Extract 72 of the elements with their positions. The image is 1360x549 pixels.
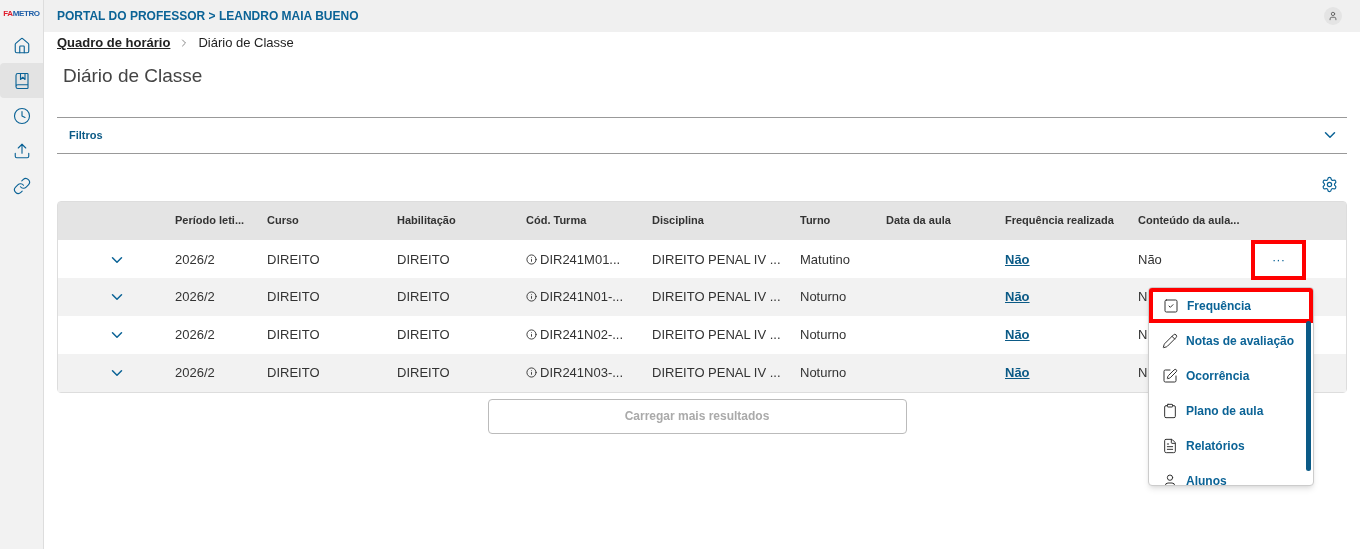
table-cell: N [1138, 364, 1148, 380]
table-cell-text: DIREITO [267, 250, 321, 269]
info-icon [526, 291, 537, 302]
table-cell-text: Noturno [800, 363, 848, 382]
table-cell-text: DIR241N03-... [540, 363, 624, 382]
column-header: Frequência realizada [1005, 213, 1115, 229]
attendance-link[interactable]: Não [1005, 251, 1030, 267]
menu-item[interactable]: Ocorrência [1149, 358, 1304, 393]
menu-item[interactable]: Plano de aula [1149, 393, 1304, 428]
column-header: Período leti... [175, 213, 246, 229]
attendance-link[interactable]: Não [1005, 364, 1030, 380]
table-cell-text: 2026/2 [175, 325, 216, 344]
user-icon [1162, 472, 1178, 485]
column-header: Cód. Turma [526, 213, 588, 229]
table-cell-text: 2026/2 [175, 287, 216, 306]
table-cell-text: DIREITO PENAL IV ... [652, 325, 782, 344]
table-cell: N [1138, 288, 1148, 304]
menu-item[interactable]: Frequência [1149, 288, 1313, 323]
column-header: Disciplina [652, 213, 705, 229]
page-title: Diário de Classe [62, 64, 204, 88]
breadcrumb-link[interactable]: Quadro de horário [57, 33, 171, 53]
table-cell-text: DIREITO [267, 363, 321, 382]
menu-item[interactable]: Notas de avaliação [1149, 323, 1304, 358]
table-cell-text: DIREITO [397, 325, 451, 344]
column-header: Data da aula [886, 213, 952, 229]
attendance-link[interactable]: Não [1005, 288, 1030, 304]
menu-item[interactable]: Relatórios [1149, 428, 1304, 463]
table-cell-text: DIREITO PENAL IV ... [652, 287, 782, 306]
home-icon [12, 36, 31, 55]
logo: FAMETRO [3, 8, 40, 20]
menu-item[interactable]: Alunos [1149, 463, 1304, 485]
table-cell-text: DIR241N02-... [540, 325, 624, 344]
edit-icon [1162, 367, 1178, 384]
table-cell: Não [1138, 251, 1162, 267]
link-icon [12, 176, 31, 195]
column-header: Curso [267, 213, 300, 229]
portal-title: PORTAL DO PROFESSOR > LEANDRO MAIA BUENO [57, 8, 359, 25]
upload-icon [12, 141, 31, 160]
info-icon [526, 254, 537, 265]
table-cell-text: DIREITO [397, 363, 451, 382]
table-cell-text: DIREITO PENAL IV ... [652, 250, 782, 269]
settings-icon[interactable] [1321, 175, 1338, 193]
table-cell-text: DIR241N01-... [540, 287, 624, 306]
table-cell-text: DIREITO [267, 287, 321, 306]
table-cell-text: DIREITO PENAL IV ... [652, 363, 782, 382]
info-icon [526, 367, 537, 378]
table-cell-text: Noturno [800, 325, 848, 344]
column-header: Conteúdo da aula... [1138, 213, 1241, 229]
table-cell-text: 2026/2 [175, 250, 216, 269]
table-cell-text: DIREITO [267, 325, 321, 344]
pencil-icon [1162, 332, 1178, 349]
book-icon [12, 71, 31, 90]
table-cell: N [1138, 326, 1148, 342]
table-cell-text: 2026/2 [175, 363, 216, 382]
clipboard-icon [1162, 402, 1178, 419]
sidebar-item[interactable] [0, 63, 43, 98]
table-cell-text: DIREITO [397, 287, 451, 306]
table-cell-text: Matutino [800, 250, 851, 269]
file-icon [1162, 437, 1178, 454]
clock-icon [12, 106, 31, 125]
info-icon [526, 329, 537, 340]
table-cell-text: Noturno [800, 287, 848, 306]
table-cell-text: DIR241M01... [540, 250, 621, 269]
more-actions-button[interactable]: ··· [1251, 239, 1306, 280]
attendance-link[interactable]: Não [1005, 326, 1030, 342]
column-header: Habilitação [397, 213, 457, 229]
table-cell-text: DIREITO [397, 250, 451, 269]
breadcrumb-current: Diário de Classe [198, 34, 294, 53]
column-header: Turno [800, 213, 832, 229]
user-avatar[interactable] [1324, 7, 1342, 25]
filters-label: Filtros [69, 127, 103, 143]
checkbox-icon [1163, 297, 1179, 314]
